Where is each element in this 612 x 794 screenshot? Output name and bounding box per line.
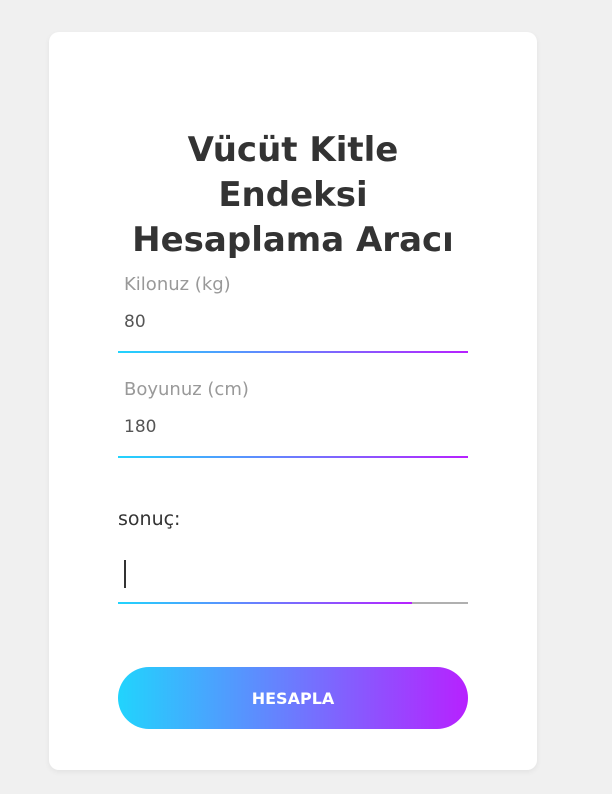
weight-label: Kilonuz (kg) [124, 274, 231, 295]
height-label: Boyunuz (cm) [124, 379, 249, 400]
weight-input[interactable]: 80 [124, 312, 146, 332]
weight-underline [118, 351, 468, 353]
weight-field[interactable]: Kilonuz (kg) 80 [118, 272, 468, 354]
title-line-3: Hesaplama Aracı [132, 220, 454, 260]
result-label: sonuç: [118, 508, 181, 530]
text-caret [124, 560, 126, 588]
calculate-button[interactable]: HESAPLA [118, 667, 468, 729]
result-focus-bar [118, 602, 412, 604]
page-title: Vücüt Kitle Endeksi Hesaplama Aracı [49, 128, 537, 263]
result-input[interactable] [118, 552, 468, 604]
title-line-1: Vücüt Kitle [187, 130, 399, 170]
height-input[interactable]: 180 [124, 417, 156, 437]
title-line-2: Endeksi [218, 175, 368, 215]
height-field[interactable]: Boyunuz (cm) 180 [118, 377, 468, 459]
height-underline [118, 456, 468, 458]
